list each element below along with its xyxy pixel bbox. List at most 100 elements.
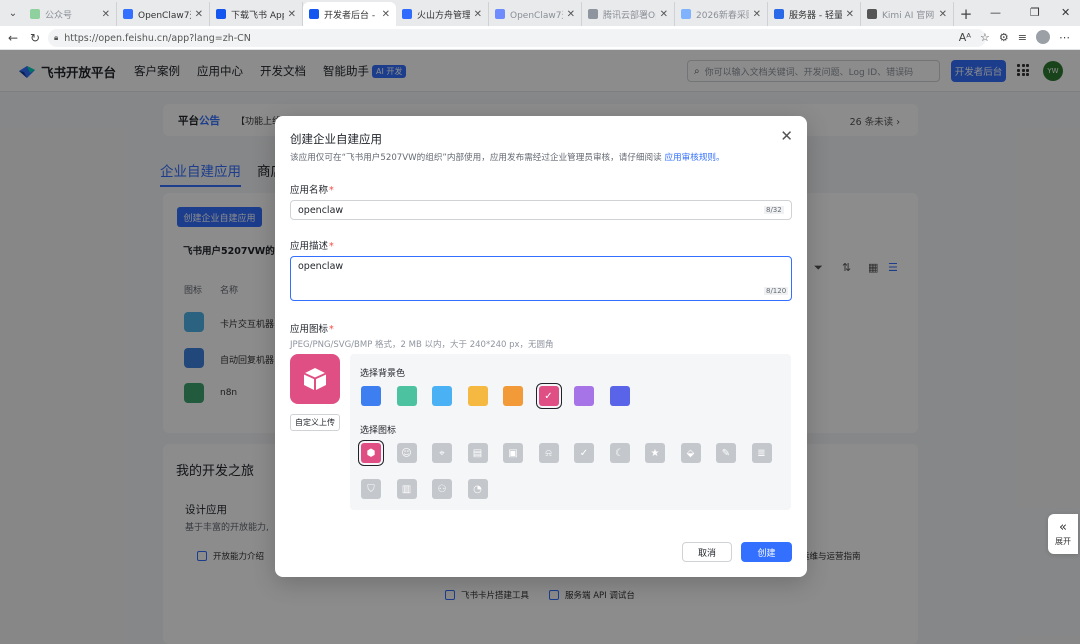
browser-tab[interactable]: 公众号 ✕	[24, 2, 117, 26]
tab-close-icon[interactable]: ✕	[288, 9, 296, 20]
create-button[interactable]: 创建	[741, 542, 792, 562]
tab-favicon-icon	[588, 9, 598, 19]
browser-tab[interactable]: OpenClaw7天入门 ✕	[489, 2, 582, 26]
cube-icon	[303, 368, 327, 391]
app-icon-label: 应用图标*	[290, 321, 334, 335]
icon-option[interactable]: ◔	[467, 479, 488, 499]
close-window-button[interactable]: ✕	[1061, 0, 1070, 24]
browser-tab[interactable]: 开发者后台 - 飞书 ✕	[303, 2, 396, 26]
icon-option[interactable]: ≣	[751, 443, 772, 463]
bg-color-swatch[interactable]	[467, 386, 488, 406]
url-field[interactable]: 🔒︎ https://open.feishu.cn/app?lang=zh-CN	[48, 29, 986, 47]
icon-option[interactable]: ⬢	[358, 440, 384, 466]
tab-close-icon[interactable]: ✕	[846, 9, 854, 20]
expand-label: 展开	[1055, 537, 1071, 546]
browser-tab[interactable]: 火山方舟管理控制台 ✕	[396, 2, 489, 26]
app-desc-textarea[interactable]: openclaw	[290, 256, 792, 301]
app-icon-preview	[290, 354, 340, 404]
close-icon[interactable]: ✕	[780, 129, 793, 144]
read-aloud-icon[interactable]: Aᴬ	[959, 31, 971, 44]
browser-tab[interactable]: 腾讯云部署Open ✕	[582, 2, 675, 26]
tab-close-icon[interactable]: ✕	[382, 9, 390, 20]
browser-tab[interactable]: 服务器 - 轻量云 ✕	[768, 2, 861, 26]
icon-option[interactable]: ⛉	[361, 479, 381, 499]
tab-title: 服务器 - 轻量云	[789, 10, 842, 21]
icon-option[interactable]: ✎	[716, 443, 736, 463]
address-bar: ← ↻ 🔒︎ https://open.feishu.cn/app?lang=z…	[0, 26, 1080, 50]
bg-color-label: 选择背景色	[360, 369, 406, 379]
chart-icon: ◔	[473, 483, 482, 495]
browser-tab[interactable]: Kimi AI 官网 - K ✕	[861, 2, 954, 26]
wrench-icon: ✎	[721, 447, 731, 459]
tab-close-icon[interactable]: ✕	[195, 9, 203, 20]
browser-tab[interactable]: OpenClaw7天实战 ✕	[117, 2, 210, 26]
tab-close-icon[interactable]: ✕	[567, 9, 575, 20]
collections-icon[interactable]: ≡	[1018, 31, 1027, 44]
tab-close-icon[interactable]: ✕	[939, 9, 947, 20]
tab-favicon-icon	[309, 9, 319, 19]
review-rules-link[interactable]: 应用审核规则	[664, 153, 716, 163]
app-name-label-text: 应用名称	[290, 185, 329, 196]
bg-color-swatch[interactable]	[574, 386, 594, 406]
briefcase-icon: ▣	[508, 447, 518, 459]
tab-close-icon[interactable]: ✕	[102, 9, 110, 20]
tab-title: 火山方舟管理控制台	[417, 10, 470, 21]
icon-option[interactable]: ⚇	[432, 479, 452, 499]
tab-favicon-icon	[867, 9, 877, 19]
tab-close-icon[interactable]: ✕	[660, 9, 668, 20]
tab-menu-chevron-icon[interactable]: ⌄	[2, 2, 24, 24]
people-icon: ⚇	[437, 483, 447, 495]
bg-color-swatch[interactable]: ✓	[535, 383, 562, 409]
tab-close-icon[interactable]: ✕	[753, 9, 761, 20]
app-name-input[interactable]: openclaw	[290, 200, 792, 220]
dialog-title: 创建企业自建应用	[290, 132, 382, 146]
favorite-star-icon[interactable]: ☆	[980, 31, 990, 44]
extensions-icon[interactable]: ⚙	[999, 31, 1009, 44]
tag-icon: ⬙	[686, 447, 695, 459]
document-icon: ▤	[472, 447, 483, 459]
expand-sidebar-button[interactable]: « 展开	[1048, 514, 1078, 554]
icon-option[interactable]: ★	[645, 443, 665, 463]
check-icon: ✓	[544, 390, 553, 402]
lock-icon: 🔒︎	[54, 33, 59, 42]
icon-option[interactable]: ⍾	[538, 443, 559, 463]
icon-option[interactable]: ⬙	[680, 443, 701, 463]
location-icon: ⌖	[439, 447, 445, 459]
bg-color-swatch[interactable]	[432, 386, 452, 406]
icon-option[interactable]: ▤	[467, 443, 488, 463]
bg-color-swatch[interactable]	[361, 386, 381, 406]
tab-favicon-icon	[123, 9, 133, 19]
icon-option[interactable]: ▣	[503, 443, 523, 463]
bg-color-swatch[interactable]	[503, 386, 523, 406]
browser-tab[interactable]: 2026新春采购季 ✕	[675, 2, 768, 26]
custom-upload-button[interactable]: 自定义上传	[290, 414, 340, 431]
tab-favicon-icon	[402, 9, 412, 19]
tab-title: Kimi AI 官网 - K	[882, 10, 935, 21]
restore-button[interactable]: ❐	[1030, 0, 1040, 24]
cancel-button[interactable]: 取消	[682, 542, 732, 562]
bg-color-swatch[interactable]	[609, 386, 630, 406]
description-suffix: 。	[716, 153, 725, 163]
icon-option[interactable]: ⌖	[432, 443, 452, 463]
required-mark: *	[329, 324, 334, 335]
profile-icon[interactable]	[1036, 30, 1050, 44]
icon-option[interactable]: ☾	[609, 443, 630, 463]
icon-option[interactable]: ✓	[574, 443, 594, 463]
tab-favicon-icon	[681, 9, 691, 19]
new-tab-button[interactable]: +	[954, 2, 978, 26]
app-name-value: openclaw	[298, 204, 344, 216]
url-text: https://open.feishu.cn/app?lang=zh-CN	[64, 32, 251, 44]
app-desc-label: 应用描述*	[290, 238, 334, 252]
minimize-button[interactable]: —	[990, 0, 1001, 24]
bg-color-swatch[interactable]	[396, 386, 417, 406]
back-icon[interactable]: ←	[2, 31, 24, 45]
required-mark: *	[329, 185, 334, 196]
tab-favicon-icon	[495, 9, 505, 19]
more-icon[interactable]: ⋯	[1059, 31, 1070, 44]
icon-option[interactable]: ☺	[396, 443, 417, 463]
refresh-icon[interactable]: ↻	[24, 31, 46, 45]
app-icon-label-text: 应用图标	[290, 324, 329, 335]
icon-option[interactable]: ▥	[396, 479, 417, 499]
browser-tab[interactable]: 下载飞书 App 及其 ✕	[210, 2, 303, 26]
tab-close-icon[interactable]: ✕	[474, 9, 482, 20]
